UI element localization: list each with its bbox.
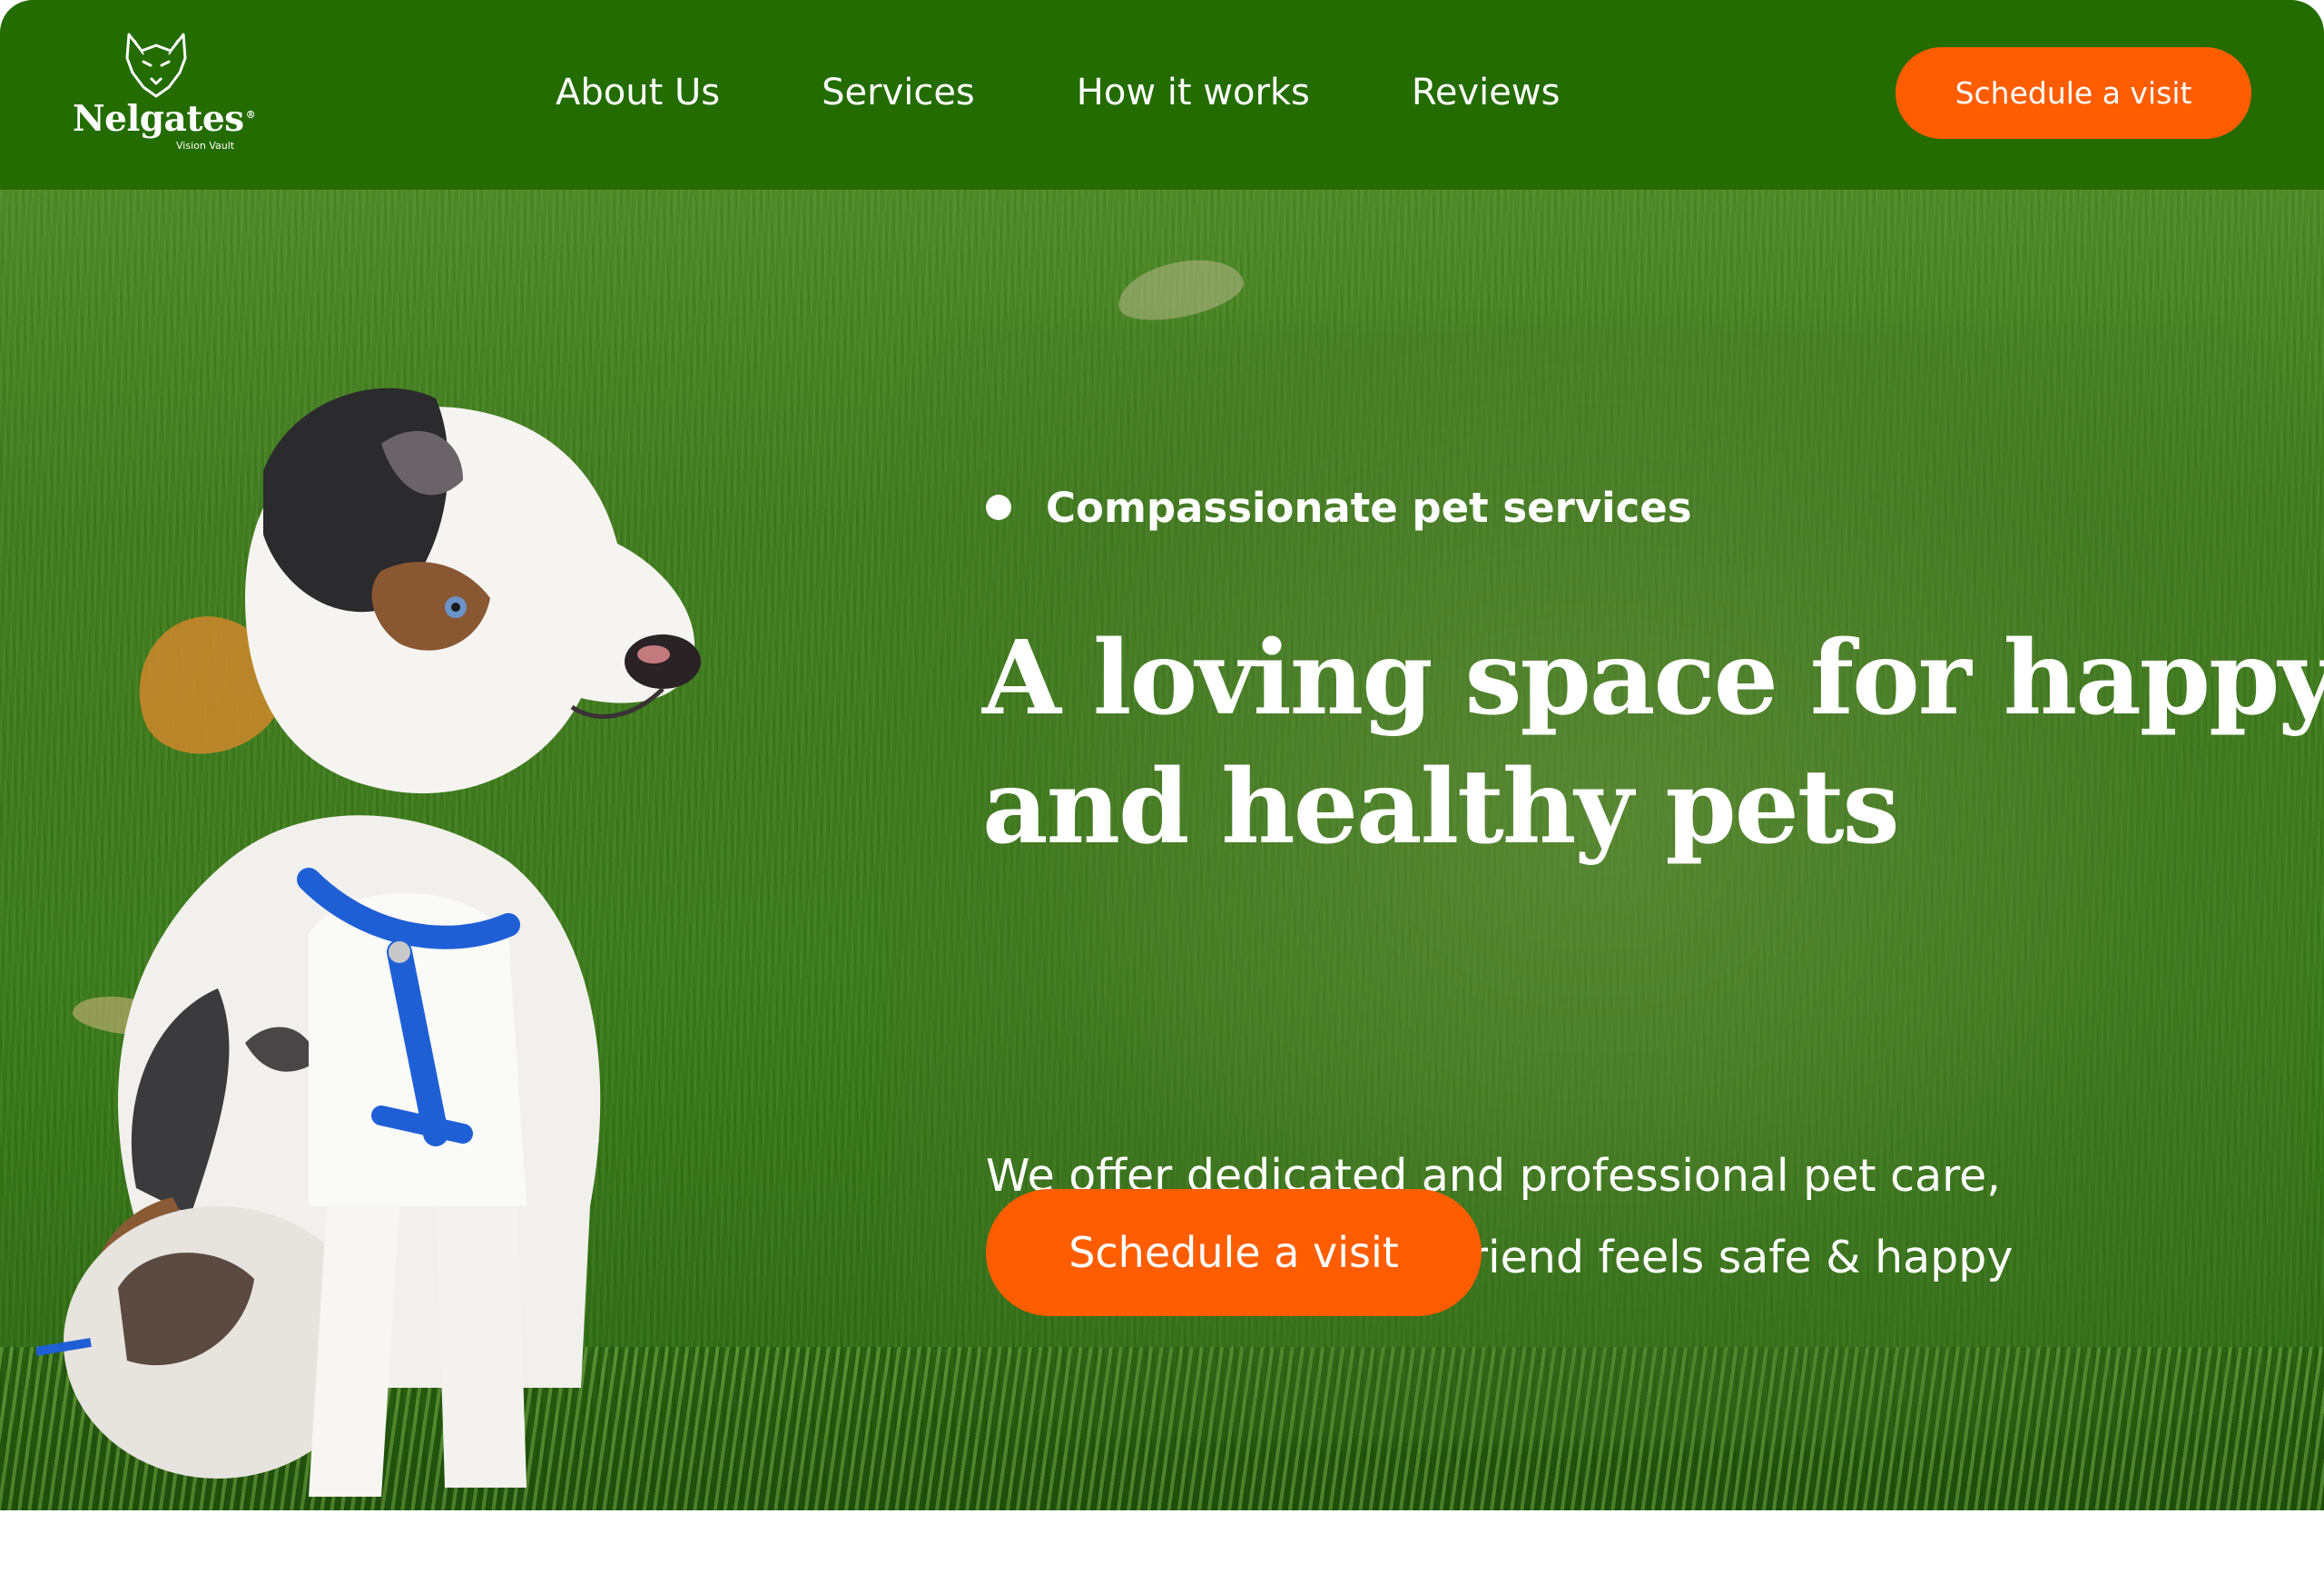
puppy-image <box>36 388 701 1497</box>
bullet-dot-icon <box>986 495 1011 520</box>
hero-headline-line-2: and healthy pets <box>982 748 1900 867</box>
nav-item-reviews[interactable]: Reviews <box>1412 72 1561 113</box>
hero-eyebrow: Compassionate pet services <box>986 480 1692 535</box>
header-schedule-visit-button[interactable]: Schedule a visit <box>1896 47 2251 139</box>
registered-mark: ® <box>245 109 256 121</box>
site-header: Nelgates ® Vision Vault About Us Services… <box>0 0 2324 190</box>
nav-item-about-us[interactable]: About Us <box>556 72 720 113</box>
hero-schedule-visit-button[interactable]: Schedule a visit <box>986 1189 1482 1316</box>
hero-section: Compassionate pet services A loving spac… <box>0 190 2324 1510</box>
nav-item-services[interactable]: Services <box>822 72 975 113</box>
wolf-head-icon <box>125 33 187 98</box>
hero-headline: A loving space for happy and healthy pet… <box>982 614 2324 872</box>
hero-headline-line-1: A loving space for happy <box>982 619 2324 738</box>
brand-logo[interactable]: Nelgates ® Vision Vault <box>73 31 256 158</box>
main-nav: About Us Services How it works Reviews <box>556 65 1560 120</box>
brand-tagline: Vision Vault <box>176 140 235 152</box>
hero-eyebrow-text: Compassionate pet services <box>1046 483 1692 532</box>
landing-page: Nelgates ® Vision Vault About Us Services… <box>0 0 2324 1592</box>
brand-name: Nelgates ® <box>73 98 256 140</box>
nav-item-how-it-works[interactable]: How it works <box>1077 72 1310 113</box>
